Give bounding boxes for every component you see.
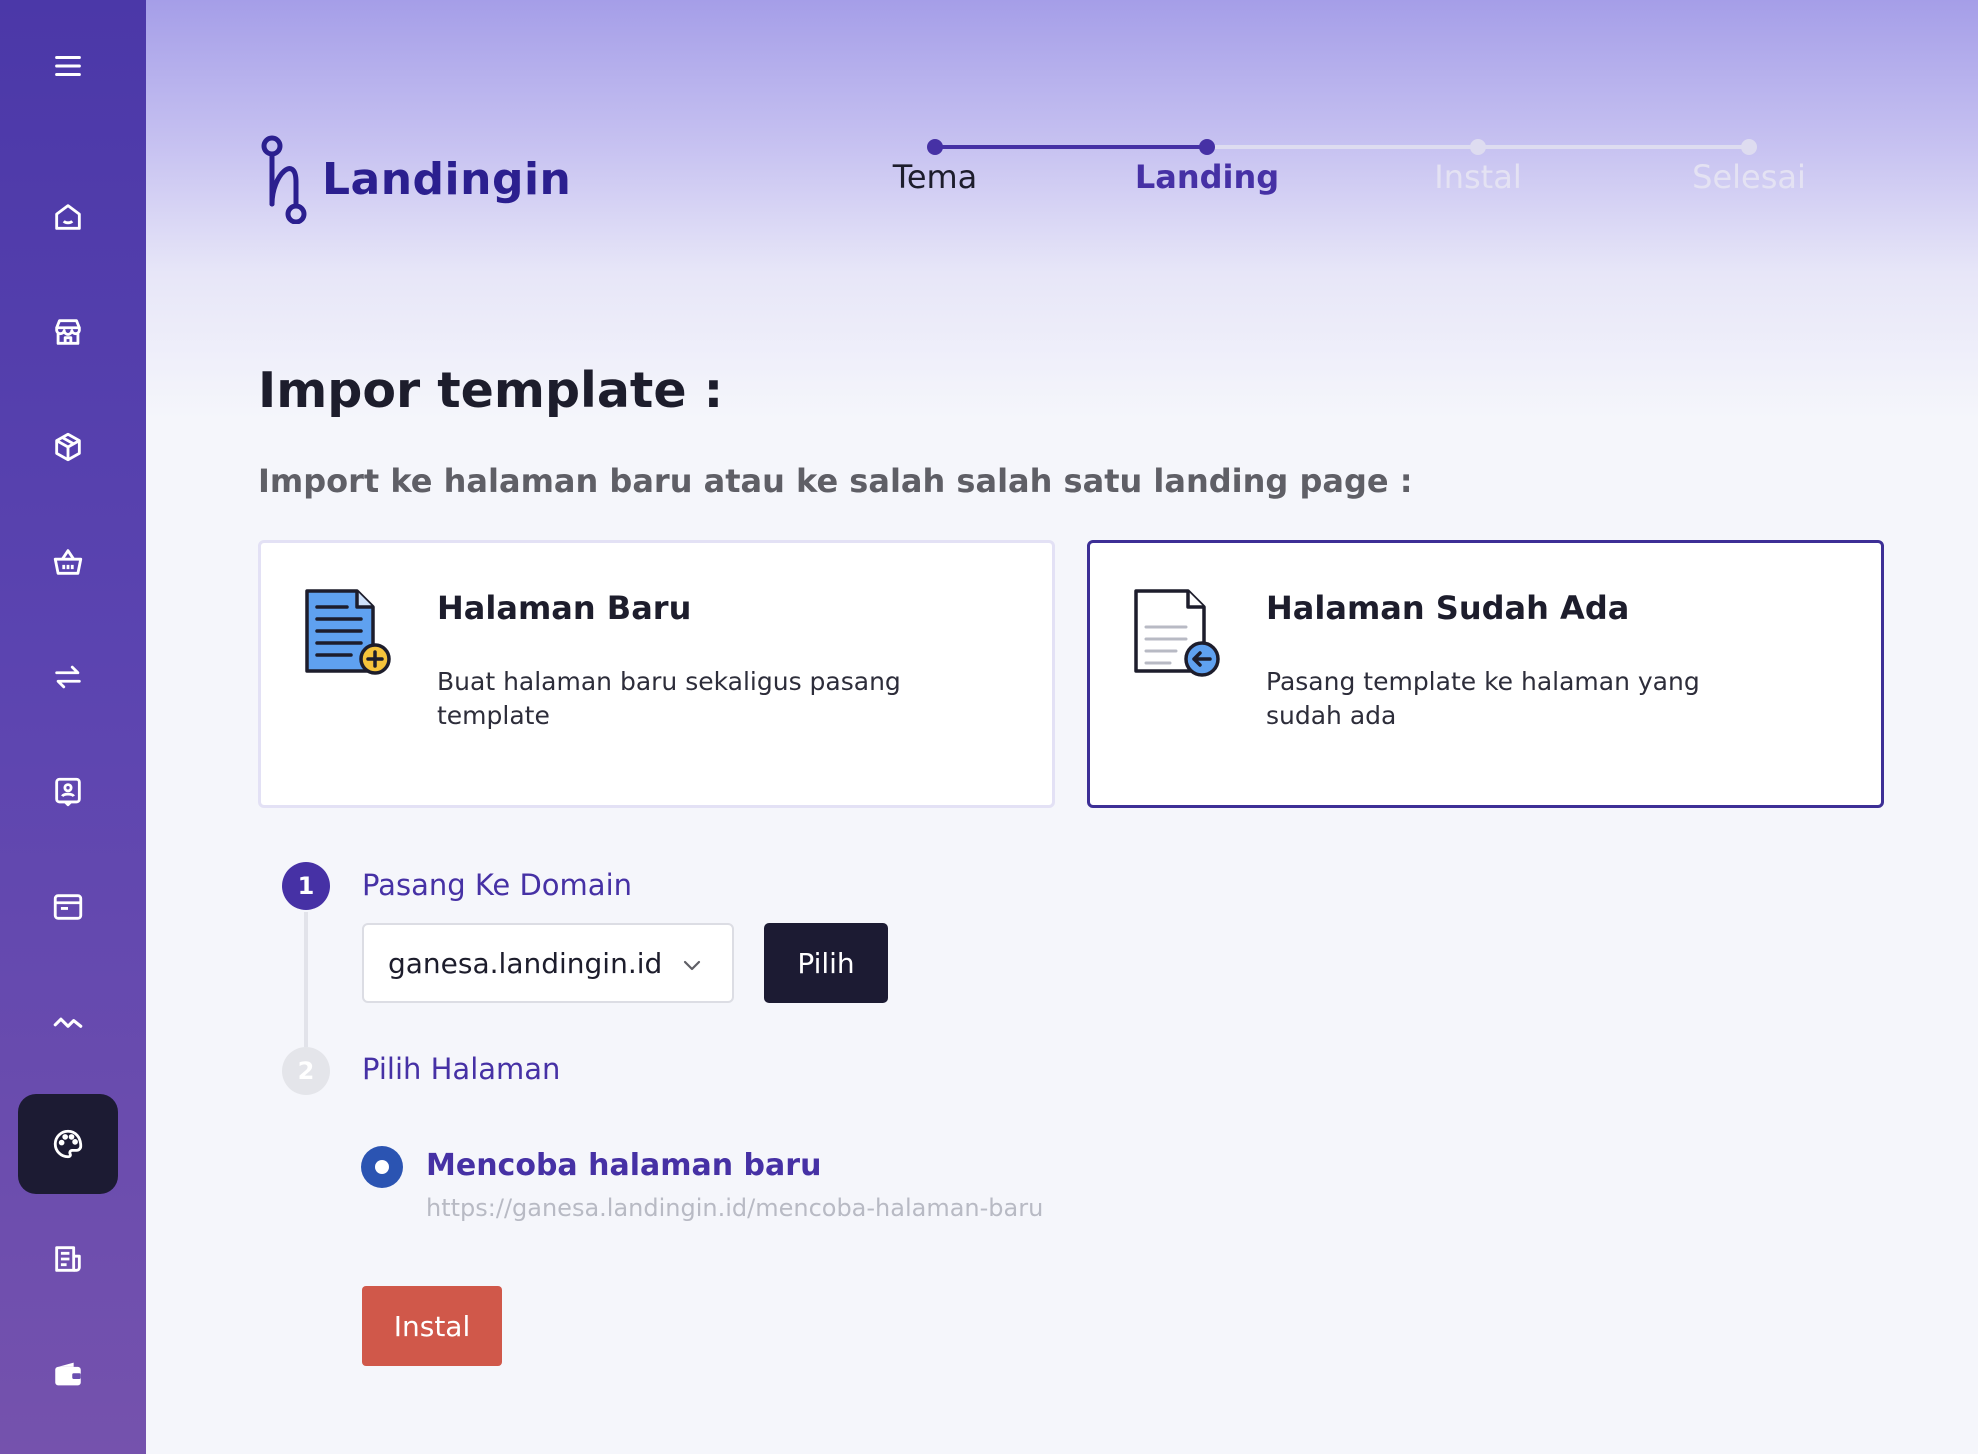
brand-logo[interactable]: Landingin xyxy=(258,134,571,224)
step-dot-instal xyxy=(1470,139,1486,155)
store-icon xyxy=(55,319,81,345)
browser-icon xyxy=(53,894,83,920)
sidebar-item-wallet[interactable] xyxy=(18,1324,118,1424)
page-title: Impor template : xyxy=(258,362,724,419)
sidebar-item-transactions[interactable] xyxy=(18,627,118,727)
card-title: Halaman Baru xyxy=(437,589,692,627)
sidebar-item-store[interactable] xyxy=(18,282,118,382)
choose-domain-button[interactable]: Pilih xyxy=(764,923,888,1003)
step-label-selesai: Selesai xyxy=(1692,158,1806,196)
option-card-new-page[interactable]: Halaman Baru Buat halaman baru sekaligus… xyxy=(258,540,1055,808)
step-dot-tema xyxy=(927,139,943,155)
card-title: Halaman Sudah Ada xyxy=(1266,589,1630,627)
chevron-down-icon xyxy=(683,960,701,971)
option-card-existing-page[interactable]: Halaman Sudah Ada Pasang template ke hal… xyxy=(1087,540,1884,808)
step-dot-selesai xyxy=(1741,139,1757,155)
sidebar xyxy=(0,0,146,1454)
step-label-pilih-halaman: Pilih Halaman xyxy=(362,1052,561,1086)
page-subtitle: Import ke halaman baru atau ke salah sal… xyxy=(258,462,1413,500)
analytics-icon xyxy=(53,1017,83,1028)
report-icon xyxy=(55,1246,81,1272)
box-icon xyxy=(55,432,81,462)
progress-stepper: Tema Landing Instal Selesai xyxy=(850,138,1900,218)
step-label-tema: Tema xyxy=(892,158,978,196)
menu-icon xyxy=(55,55,81,77)
install-button[interactable]: Instal xyxy=(362,1286,502,1366)
domain-select[interactable]: ganesa.landingin.id xyxy=(362,923,734,1003)
page-option-url: https://ganesa.landingin.id/mencoba-hala… xyxy=(426,1194,1044,1222)
step-label-landing: Landing xyxy=(1134,158,1280,196)
sidebar-item-reports[interactable] xyxy=(18,1209,118,1309)
new-document-icon xyxy=(305,589,391,675)
stepper-line-done xyxy=(935,145,1207,149)
step-number-1: 1 xyxy=(282,862,330,910)
step-label-instal: Instal xyxy=(1434,158,1522,196)
sidebar-item-analytics[interactable] xyxy=(18,972,118,1072)
home-icon xyxy=(55,204,81,230)
step-label-pasang-ke-domain: Pasang Ke Domain xyxy=(362,868,633,902)
transfer-icon xyxy=(55,665,81,689)
sidebar-item-themes[interactable] xyxy=(18,1094,118,1194)
step-dot-landing xyxy=(1199,139,1215,155)
sidebar-item-products[interactable] xyxy=(18,397,118,497)
basket-icon xyxy=(53,549,83,575)
sidebar-item-home[interactable] xyxy=(18,167,118,267)
steps-connector xyxy=(304,912,308,1047)
menu-button[interactable] xyxy=(18,16,118,116)
page-option-title[interactable]: Mencoba halaman baru xyxy=(426,1148,821,1183)
page-option-radio[interactable] xyxy=(361,1146,403,1188)
landingin-logo-icon xyxy=(261,135,307,224)
domain-select-value: ganesa.landingin.id xyxy=(388,947,663,980)
existing-document-icon xyxy=(1134,589,1220,677)
brand-name: Landingin xyxy=(322,153,572,205)
step-number-2: 2 xyxy=(282,1047,330,1095)
card-description: Buat halaman baru sekaligus pasang templ… xyxy=(437,667,901,730)
card-description: Pasang template ke halaman yang sudah ad… xyxy=(1266,667,1700,730)
sidebar-item-contacts[interactable] xyxy=(18,742,118,842)
sidebar-item-orders[interactable] xyxy=(18,512,118,612)
palette-icon xyxy=(53,1129,83,1159)
contact-icon xyxy=(55,777,81,807)
wallet-icon xyxy=(55,1362,81,1386)
sidebar-item-pages[interactable] xyxy=(18,857,118,957)
